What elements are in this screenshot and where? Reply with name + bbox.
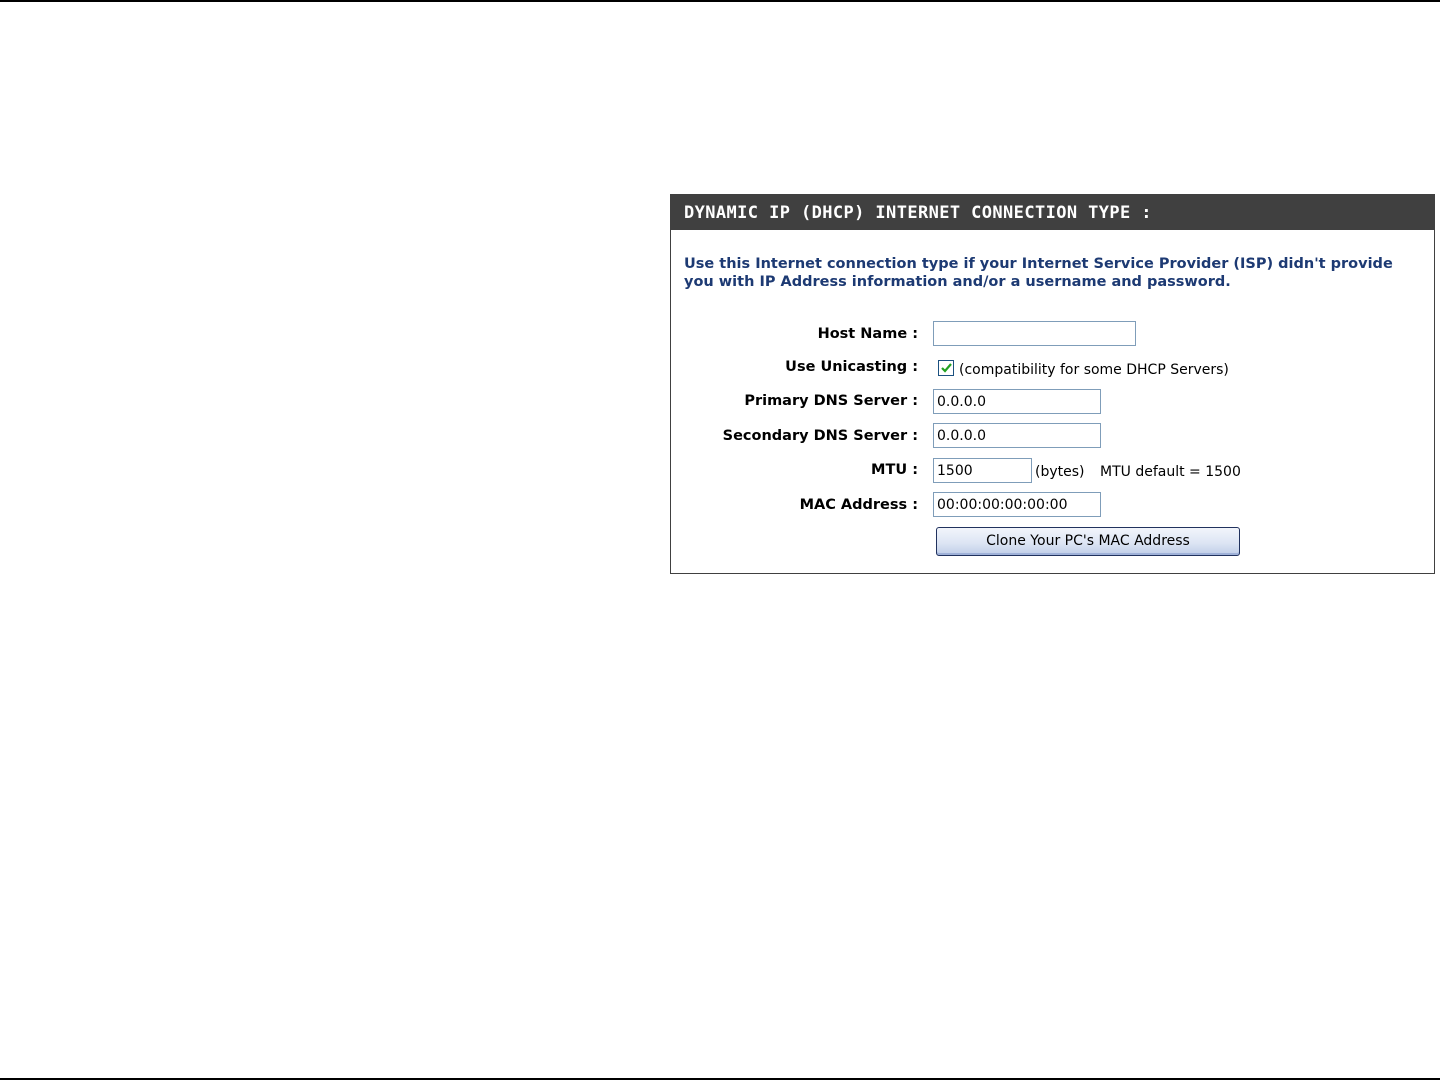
mtu-input[interactable] <box>933 458 1032 483</box>
secondary-dns-label: Secondary DNS Server : <box>722 428 918 444</box>
mac-address-label: MAC Address : <box>799 497 918 513</box>
clone-mac-address-button[interactable]: Clone Your PC's MAC Address <box>936 527 1240 556</box>
mtu-default-text: MTU default = 1500 <box>1100 464 1241 480</box>
use-unicasting-hint: (compatibility for some DHCP Servers) <box>959 362 1229 378</box>
panel-description: Use this Internet connection type if you… <box>684 256 1393 290</box>
mtu-unit: (bytes) <box>1035 464 1085 480</box>
use-unicasting-label: Use Unicasting : <box>785 359 918 375</box>
use-unicasting-checkbox[interactable] <box>938 360 954 376</box>
dhcp-connection-panel: DYNAMIC IP (DHCP) INTERNET CONNECTION TY… <box>670 194 1435 574</box>
bottom-rule <box>0 1078 1440 1080</box>
panel-title: DYNAMIC IP (DHCP) INTERNET CONNECTION TY… <box>671 195 1434 230</box>
host-name-input[interactable] <box>933 321 1136 346</box>
top-rule <box>0 0 1440 2</box>
primary-dns-label: Primary DNS Server : <box>744 393 918 409</box>
mac-address-input[interactable] <box>933 492 1101 517</box>
primary-dns-input[interactable] <box>933 389 1101 414</box>
secondary-dns-input[interactable] <box>933 423 1101 448</box>
host-name-label: Host Name : <box>817 326 918 342</box>
mtu-label: MTU : <box>871 462 918 478</box>
checkmark-icon <box>941 363 952 373</box>
